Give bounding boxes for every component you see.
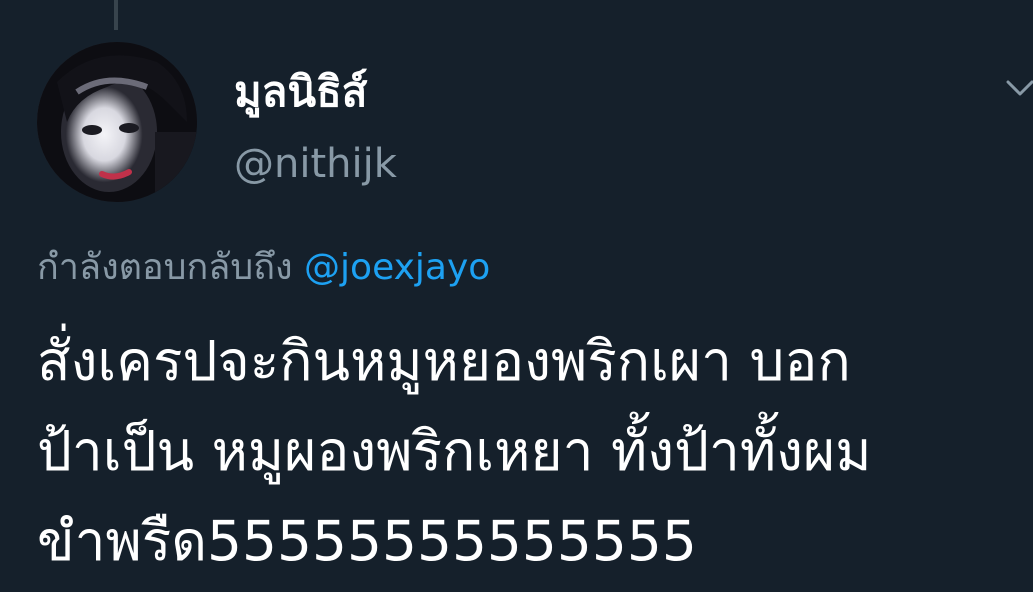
thread-connector-line xyxy=(114,0,118,30)
chevron-down-icon[interactable] xyxy=(1004,66,1033,106)
tweet-text-line: สั่งเครปจะกินหมูหยองพริกเผา บอก xyxy=(37,329,851,393)
tweet-text-line: ขำพรืด55555555555555 xyxy=(37,509,697,573)
tweet-text: สั่งเครปจะกินหมูหยองพริกเผา บอก ป้าเป็น … xyxy=(37,316,1027,586)
replying-to-label: กำลังตอบกลับถึง xyxy=(37,247,293,288)
display-name[interactable]: มูลนิธิส์ xyxy=(234,62,367,122)
tweet-text-line: ป้าเป็น หมูผองพริกเหยา ทั้งป้าทั้งผม xyxy=(37,419,872,483)
avatar-image xyxy=(37,42,197,202)
user-handle[interactable]: @nithijk xyxy=(234,136,397,192)
mention-link[interactable]: @joexjayo xyxy=(304,247,490,288)
replying-to: กำลังตอบกลับถึง @joexjayo xyxy=(37,240,490,296)
avatar[interactable] xyxy=(37,42,197,202)
